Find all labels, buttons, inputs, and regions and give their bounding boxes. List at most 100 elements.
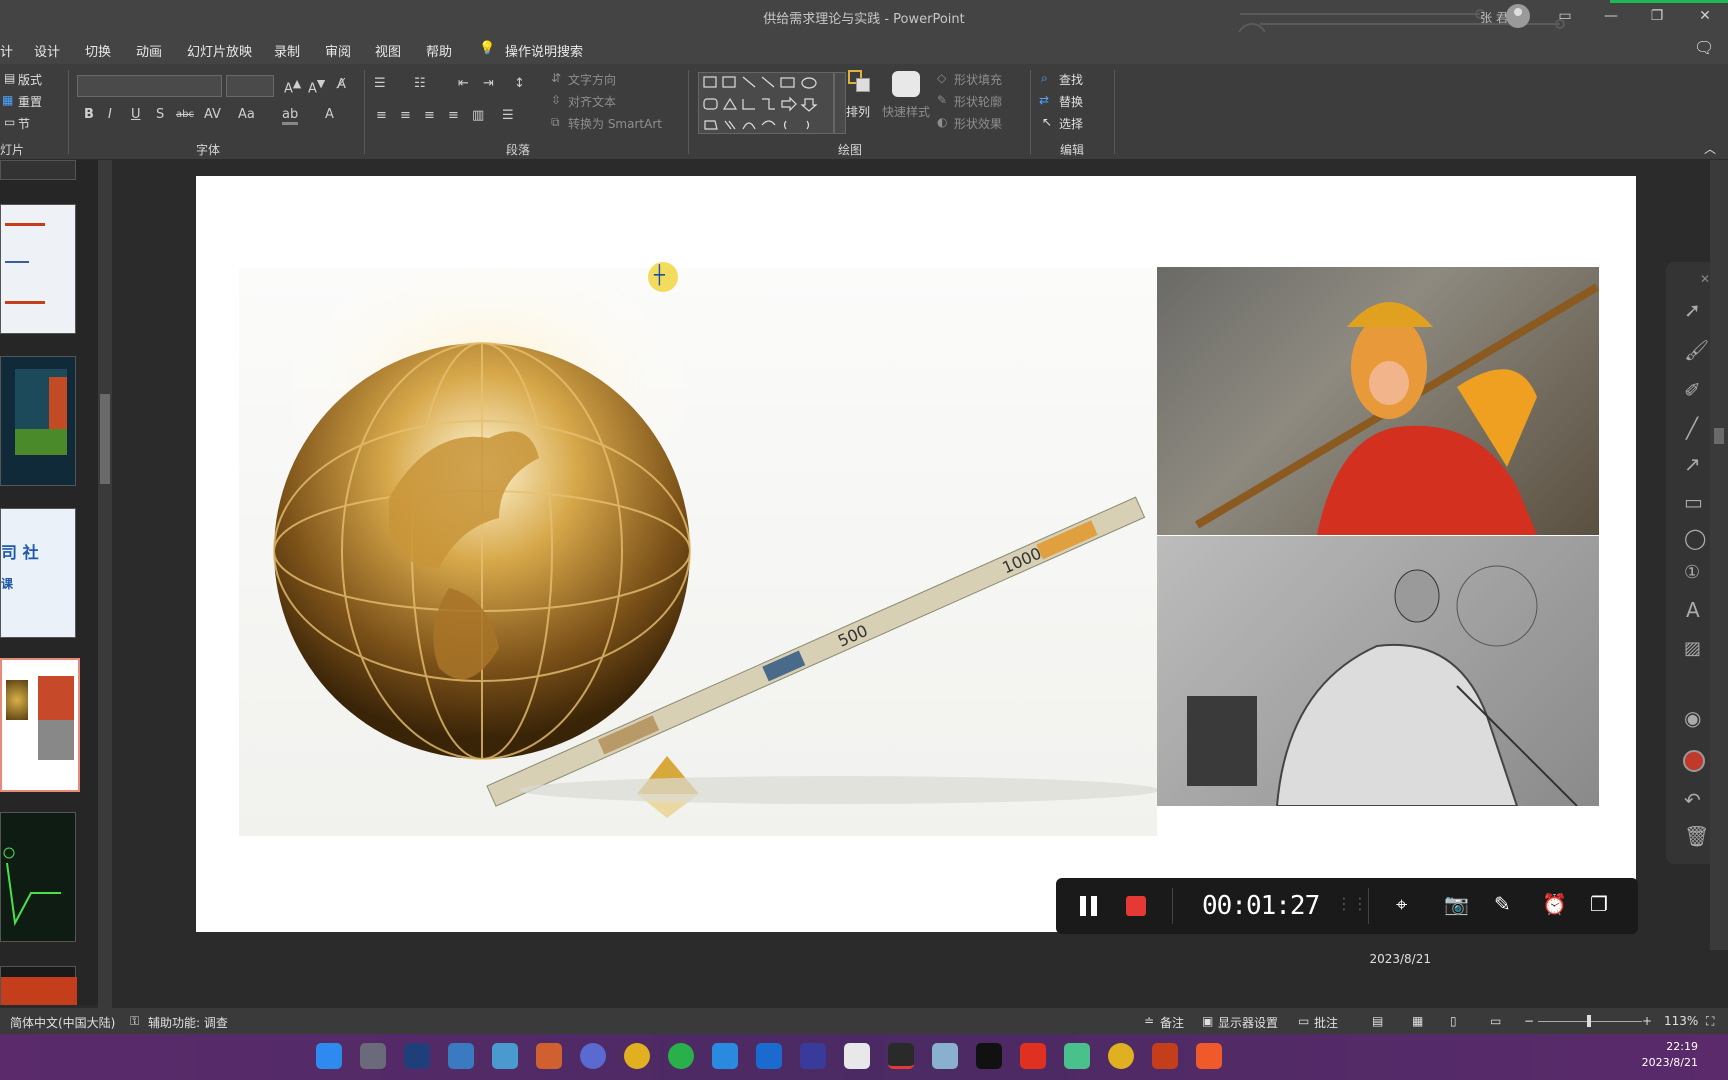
pen-icon[interactable]: ✎ [1494,892,1511,916]
slide-thumbnail[interactable] [0,356,76,486]
text-icon[interactable]: A [1686,598,1700,622]
columns-icon[interactable]: ▥ [472,108,484,123]
underline-button[interactable]: U [131,107,141,122]
monkey-king-image[interactable] [1157,267,1600,535]
alarm-clock-icon[interactable]: ⏰ [1542,892,1567,916]
bullets-icon[interactable]: ☰ [374,76,386,91]
stroke-size-icon[interactable]: ◉ [1684,706,1701,730]
app-icon[interactable] [844,1043,870,1069]
decrease-indent-icon[interactable]: ⇤ [458,76,469,91]
language-indicator[interactable]: 简体中文(中国大陆) [10,1014,115,1031]
layout-button[interactable]: 版式 [18,71,42,88]
stop-button[interactable] [1126,896,1146,916]
chrome-icon[interactable] [624,1043,650,1069]
app-icon[interactable] [1064,1043,1090,1069]
avatar[interactable] [1506,4,1530,28]
text-direction-button[interactable]: 文字方向 [568,71,616,88]
wechat-icon[interactable] [668,1043,694,1069]
pause-button[interactable] [1070,886,1108,926]
browser-icon[interactable] [580,1043,606,1069]
color-picker-icon[interactable] [1683,750,1705,772]
notes-button[interactable]: 备注 [1160,1014,1184,1031]
highlight-icon[interactable]: ab [282,107,299,125]
tab-design[interactable]: 设计 [34,41,60,60]
tell-me-search[interactable]: 操作说明搜索 [505,41,583,60]
numbering-icon[interactable]: ☷ [414,76,426,91]
shapes-scroll[interactable] [834,72,846,134]
quick-styles-button[interactable]: 快速样式 [882,103,930,120]
clear-format-icon[interactable]: A̸ [337,77,346,92]
justify-icon[interactable]: ≡ [448,108,459,123]
italic-button[interactable]: I [108,107,112,122]
app-icon[interactable] [492,1043,518,1069]
tiktok-icon[interactable] [976,1043,1002,1069]
reading-view-icon[interactable]: ▯ [1450,1014,1457,1028]
shapes-gallery[interactable] [698,72,834,134]
app-icon[interactable] [536,1043,562,1069]
tab-transitions[interactable]: 切换 [85,41,111,60]
shape-effects-button[interactable]: 形状效果 [954,115,1002,132]
blur-icon[interactable]: ▨ [1684,638,1701,659]
app-icon[interactable] [404,1043,430,1069]
zoom-slider-handle[interactable] [1587,1015,1591,1027]
slideshow-icon[interactable]: ▭ [1490,1014,1501,1028]
grow-font-icon[interactable]: A▲ [284,77,301,96]
task-view-icon[interactable] [360,1043,386,1069]
align-center-icon[interactable]: ≡ [400,108,411,123]
slide-thumbnail[interactable] [0,966,77,1005]
smartart-button[interactable]: 转换为 SmartArt [568,115,662,132]
ribbon-display-icon[interactable]: ▭ [1542,0,1588,32]
ellipse-icon[interactable]: ◯ [1684,526,1706,550]
column-spacing-icon[interactable]: ☰ [502,108,514,123]
windows-start-icon[interactable] [316,1043,342,1069]
increase-indent-icon[interactable]: ⇥ [483,76,494,91]
system-clock[interactable]: 22:19 2023/8/21 [1642,1039,1698,1071]
shrink-font-icon[interactable]: A▼ [308,77,325,96]
region-capture-icon[interactable]: ⌖ [1396,892,1407,916]
line-spacing-icon[interactable]: ↕ [514,76,525,91]
find-button[interactable]: 查找 [1059,71,1083,88]
slide-thumbnail[interactable] [0,812,76,942]
align-left-icon[interactable]: ≡ [376,108,387,123]
bold-button[interactable]: B [84,107,94,122]
undo-icon[interactable]: ↶ [1684,788,1701,812]
tab-design-partial[interactable]: 计 [0,41,13,60]
tab-view[interactable]: 视图 [375,41,401,60]
file-explorer-icon[interactable] [448,1043,474,1069]
arrow-icon[interactable]: ↗ [1684,452,1701,476]
font-color-icon[interactable]: A [325,107,334,122]
app-icon[interactable] [1196,1043,1222,1069]
align-right-icon[interactable]: ≡ [424,108,435,123]
line-icon[interactable]: ╱ [1686,416,1698,440]
trash-icon[interactable]: 🗑 [1684,824,1709,848]
philosopher-image[interactable] [1157,536,1599,807]
globe-seesaw-image[interactable]: 500 1000 [239,238,1159,836]
slide-thumbnails-pane[interactable]: 司 社 课 [0,160,98,1005]
zoom-level[interactable]: 113% [1664,1014,1698,1028]
replace-button[interactable]: 替换 [1059,93,1083,110]
zoom-in-button[interactable]: + [1642,1014,1652,1028]
shape-outline-button[interactable]: 形状轮廓 [954,93,1002,110]
shadow-button[interactable]: S [156,107,164,122]
strikethrough-button[interactable]: abc [176,109,194,120]
slide-canvas[interactable]: 500 1000 ┼ 2023/8/21 [196,176,1636,987]
change-case-button[interactable]: Aa [238,107,255,122]
chrome-icon[interactable] [1108,1043,1134,1069]
scrollbar-thumb[interactable] [1714,428,1724,444]
tab-help[interactable]: 帮助 [426,41,452,60]
slide-thumbnail-selected[interactable] [0,658,80,792]
rectangle-icon[interactable]: ▭ [1684,490,1703,514]
tab-record[interactable]: 录制 [274,41,300,60]
slide-thumbnail[interactable] [0,204,76,334]
scrollbar-thumb[interactable] [100,394,110,484]
tab-review[interactable]: 审阅 [325,41,351,60]
comment-icon[interactable]: 🗨 [1694,38,1714,57]
minimize-window-icon[interactable]: ❐ [1590,892,1608,916]
maximize-icon[interactable]: ❐ [1634,0,1680,32]
slide-thumbnail[interactable]: 司 社 课 [0,508,76,638]
number-icon[interactable]: ① [1684,562,1700,583]
app-icon[interactable] [1020,1043,1046,1069]
tab-slideshow[interactable]: 幻灯片放映 [187,41,252,60]
close-icon[interactable]: ✕ [1682,0,1728,32]
slide-sorter-icon[interactable]: ▦ [1412,1014,1423,1028]
